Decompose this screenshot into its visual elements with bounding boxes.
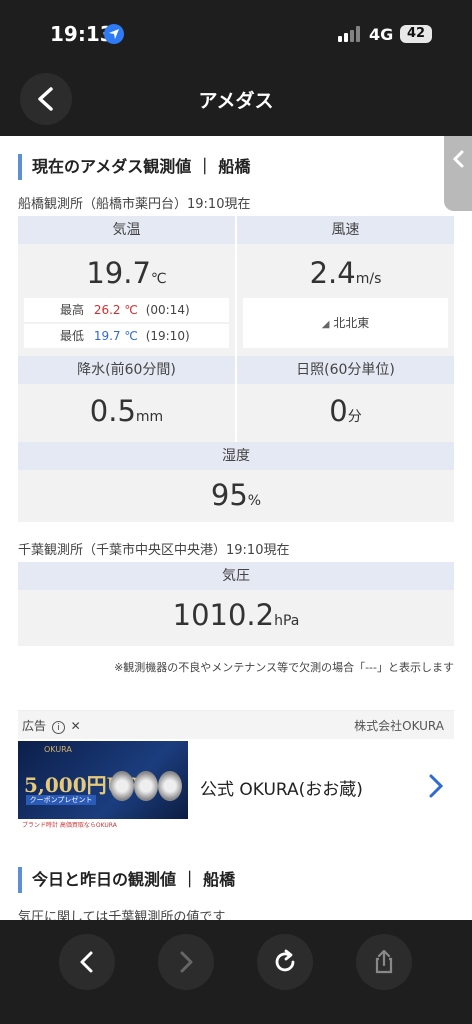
status-bar: 19:13 4G 42	[0, 0, 472, 68]
precip-label: 降水(前60分間)	[18, 356, 235, 384]
pressure-label: 気圧	[18, 562, 454, 590]
wind-direction-arrow-icon: ◢	[321, 319, 330, 330]
app-header: アメダス	[0, 68, 472, 136]
section-title-current: 現在のアメダス観測値 ｜ 船橋	[18, 154, 250, 180]
signal-icon	[338, 26, 362, 42]
watch-image	[110, 771, 134, 801]
humidity-label: 湿度	[18, 442, 454, 470]
section-title-history: 今日と昨日の観測値 ｜ 船橋	[18, 867, 235, 893]
precip-value: 0.5mm	[89, 394, 164, 428]
main-content[interactable]: 現在のアメダス観測値 ｜ 船橋 船橋観測所（船橋市薬円台）19:10現在 気温 …	[0, 136, 472, 920]
wind-label: 風速	[237, 216, 454, 244]
close-icon[interactable]: ✕	[71, 719, 81, 733]
network-type: 4G	[369, 25, 394, 44]
chevron-right-icon	[180, 951, 193, 973]
chevron-left-icon	[80, 951, 93, 973]
chevron-right-icon[interactable]	[428, 773, 444, 799]
page-title: アメダス	[198, 90, 274, 112]
wind-value: 2.4m/s	[309, 256, 382, 290]
battery-icon: 42	[400, 25, 432, 43]
ad-title[interactable]: 公式 OKURA(おお蔵)	[200, 775, 363, 800]
observation-grid: 気温 風速 19.7℃ 2.4m/s 最高 26.2 ℃ (00:14) 最低 …	[18, 216, 454, 522]
bottom-toolbar	[0, 920, 472, 1024]
reload-icon	[275, 949, 295, 972]
browser-back-button[interactable]	[59, 934, 115, 990]
temp-value: 19.7℃	[86, 256, 167, 290]
sun-value: 0分	[329, 394, 362, 428]
location-arrow-icon	[104, 24, 124, 44]
ad-image[interactable]: OKURA 5,000円UP クーポンプレゼント ブランド時計 高価買取ならOK…	[18, 741, 188, 833]
missing-data-note: ※観測機器の不良やメンテナンス等で欠測の場合「---」と表示します	[114, 661, 454, 674]
history-note: 気圧に関しては千葉観測所の値です	[18, 910, 226, 920]
share-button[interactable]	[356, 934, 412, 990]
pressure-grid: 気圧 1010.2hPa	[18, 562, 454, 646]
advertisement[interactable]: 広告 i ✕ 株式会社OKURA OKURA 5,000円UP クーポンプレゼン…	[18, 710, 454, 834]
station-chiba: 千葉観測所（千葉市中央区中央港）19:10現在	[18, 543, 290, 558]
watch-image	[134, 771, 158, 801]
temp-label: 気温	[18, 216, 235, 244]
reload-button[interactable]	[257, 934, 313, 990]
info-icon[interactable]: i	[51, 721, 65, 734]
ad-label: 広告 i ✕	[22, 719, 81, 734]
sun-label: 日照(60分単位)	[237, 356, 454, 384]
ad-sponsor: 株式会社OKURA	[354, 719, 444, 733]
share-icon	[375, 949, 393, 974]
wind-direction: ◢ 北北東	[243, 298, 448, 348]
temp-min-row: 最低 19.7 ℃ (19:10)	[24, 324, 229, 348]
humidity-value: 95%	[210, 478, 262, 512]
side-drawer-tab[interactable]	[444, 136, 472, 211]
watch-image	[158, 771, 182, 801]
browser-forward-button[interactable]	[158, 934, 214, 990]
temp-max-row: 最高 26.2 ℃ (00:14)	[24, 298, 229, 322]
pressure-value: 1010.2hPa	[172, 598, 300, 632]
chevron-left-icon	[452, 150, 464, 168]
station-funabashi: 船橋観測所（船橋市薬円台）19:10現在	[18, 197, 251, 212]
